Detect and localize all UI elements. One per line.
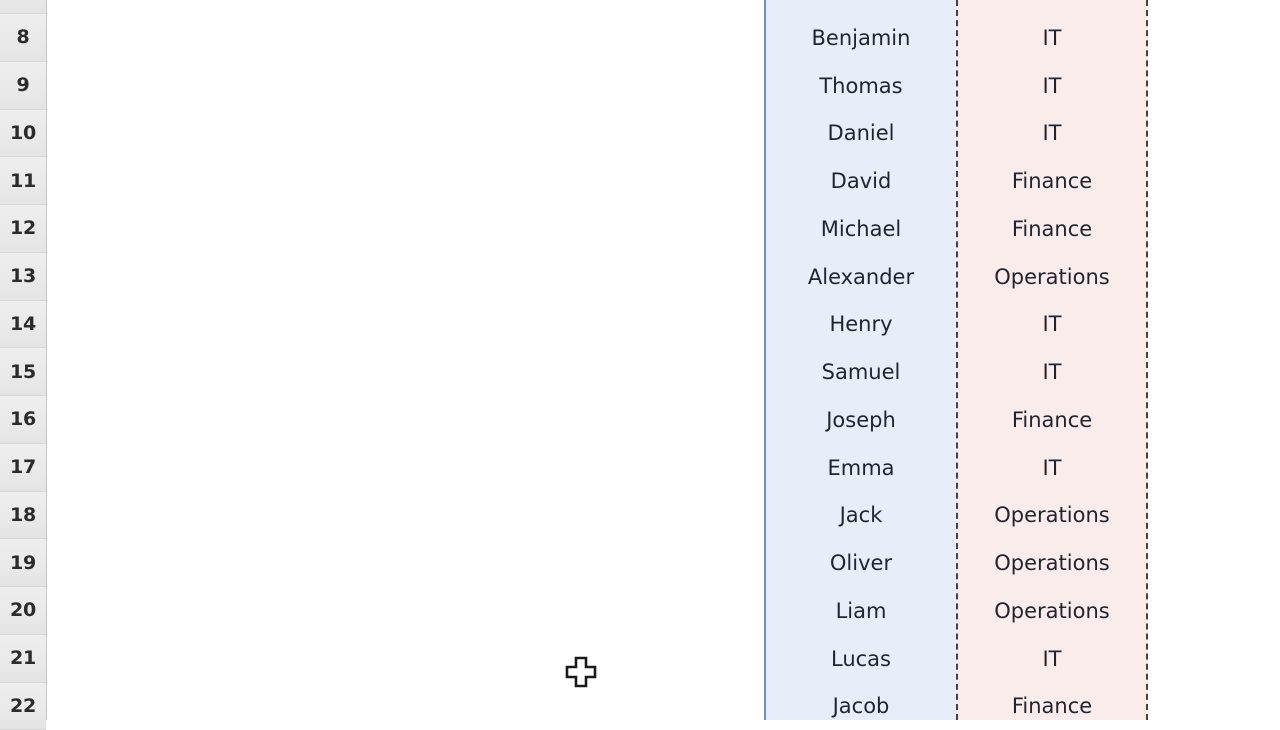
- department-cell[interactable]: Finance: [958, 683, 1146, 730]
- name-cell[interactable]: Lucas: [766, 635, 956, 683]
- plus-cell-select-cursor: [564, 655, 598, 689]
- row-header-cell[interactable]: 18: [0, 492, 46, 540]
- department-cell[interactable]: Operations: [958, 539, 1146, 587]
- row-header-cell-partial[interactable]: [0, 0, 46, 14]
- department-column[interactable]: ITITITFinanceFinanceOperationsITITFinanc…: [956, 0, 1148, 720]
- name-column[interactable]: BenjaminThomasDanielDavidMichaelAlexande…: [764, 0, 956, 720]
- row-header-cell[interactable]: 19: [0, 539, 46, 587]
- name-cell[interactable]: Emma: [766, 444, 956, 492]
- name-cell[interactable]: Michael: [766, 205, 956, 253]
- department-cell[interactable]: Operations: [958, 587, 1146, 635]
- department-cell[interactable]: Finance: [958, 396, 1146, 444]
- department-cell[interactable]: Operations: [958, 253, 1146, 301]
- row-header-cell[interactable]: 10: [0, 110, 46, 158]
- name-cell[interactable]: Jacob: [766, 683, 956, 730]
- name-cell[interactable]: Liam: [766, 587, 956, 635]
- row-header-cell[interactable]: 20: [0, 587, 46, 635]
- name-cell[interactable]: Benjamin: [766, 14, 956, 62]
- department-cell[interactable]: IT: [958, 444, 1146, 492]
- row-header-cell[interactable]: 12: [0, 205, 46, 253]
- row-header-cell[interactable]: 9: [0, 62, 46, 110]
- row-header-cell[interactable]: 16: [0, 396, 46, 444]
- department-cell[interactable]: Finance: [958, 157, 1146, 205]
- spreadsheet-grid: 8910111213141516171819202122 BenjaminTho…: [0, 0, 1280, 720]
- name-cell[interactable]: Thomas: [766, 62, 956, 110]
- name-cell[interactable]: Henry: [766, 301, 956, 349]
- row-header-cell[interactable]: 21: [0, 635, 46, 683]
- row-header-cell[interactable]: 14: [0, 301, 46, 349]
- row-header-gutter: 8910111213141516171819202122: [0, 0, 47, 720]
- department-cell[interactable]: IT: [958, 635, 1146, 683]
- row-header-cell[interactable]: 13: [0, 253, 46, 301]
- department-cell[interactable]: Finance: [958, 205, 1146, 253]
- name-cell[interactable]: Alexander: [766, 253, 956, 301]
- name-cell[interactable]: Oliver: [766, 539, 956, 587]
- name-cell[interactable]: David: [766, 157, 956, 205]
- name-cell[interactable]: Daniel: [766, 110, 956, 158]
- name-cell[interactable]: Jack: [766, 492, 956, 540]
- row-header-cell[interactable]: 22: [0, 683, 46, 730]
- department-cell[interactable]: IT: [958, 110, 1146, 158]
- row-header-cell[interactable]: 8: [0, 14, 46, 62]
- department-cell[interactable]: IT: [958, 62, 1146, 110]
- row-header-cell[interactable]: 17: [0, 444, 46, 492]
- row-header-cell[interactable]: 15: [0, 348, 46, 396]
- department-cell[interactable]: IT: [958, 348, 1146, 396]
- row-header-cell[interactable]: 11: [0, 157, 46, 205]
- department-cell[interactable]: Operations: [958, 492, 1146, 540]
- department-cell[interactable]: IT: [958, 14, 1146, 62]
- name-cell[interactable]: Samuel: [766, 348, 956, 396]
- department-cell[interactable]: IT: [958, 301, 1146, 349]
- name-cell[interactable]: Joseph: [766, 396, 956, 444]
